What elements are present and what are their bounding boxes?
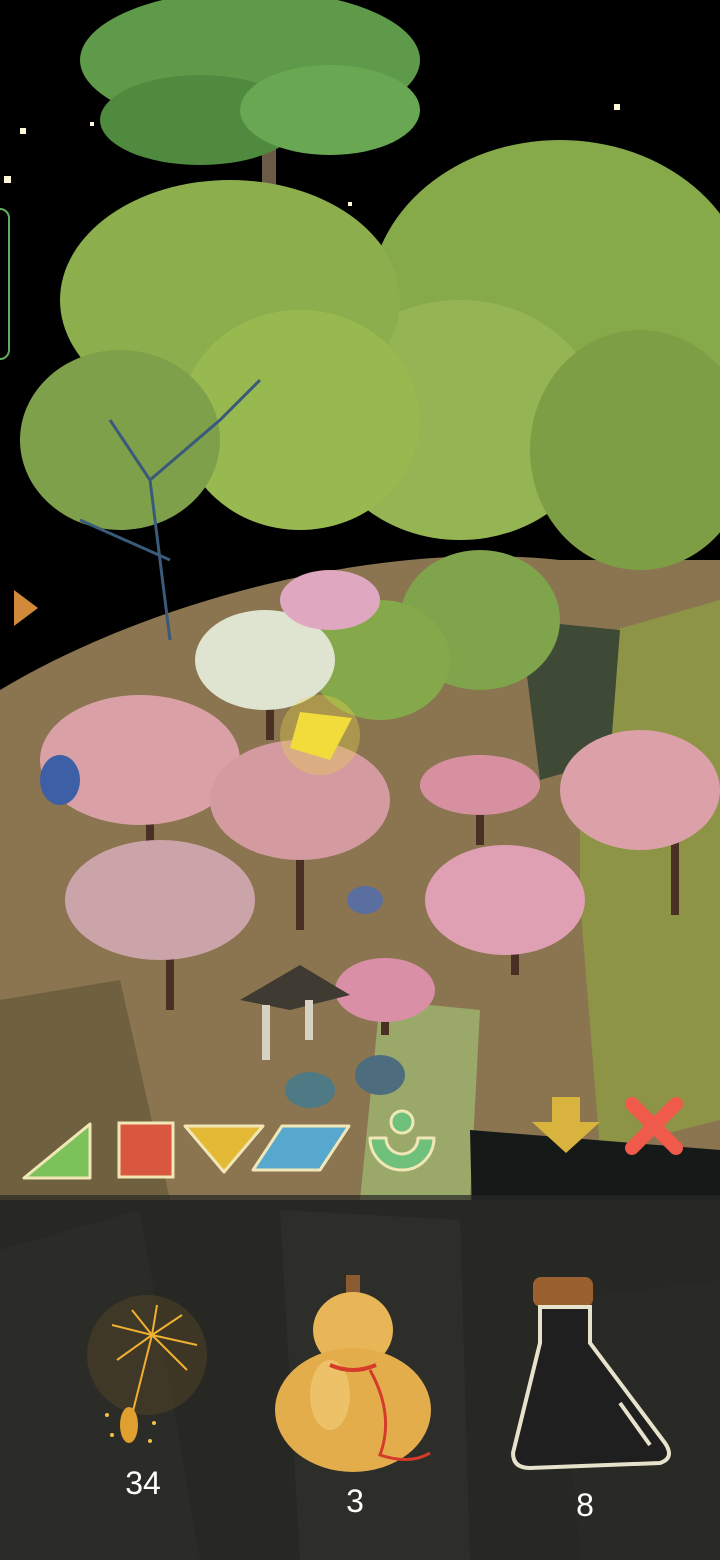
side-panel-tab[interactable] xyxy=(0,208,10,360)
sprout-shape-button[interactable] xyxy=(366,1108,438,1183)
triangle-shape-button[interactable] xyxy=(20,1120,94,1187)
cancel-x-icon[interactable] xyxy=(622,1094,686,1163)
dandelion-seed-item[interactable] xyxy=(82,1295,212,1460)
place-down-arrow-icon[interactable] xyxy=(528,1094,604,1161)
gourd-item[interactable] xyxy=(270,1275,450,1480)
bottle-count: 8 xyxy=(576,1487,594,1523)
gourd-count: 3 xyxy=(346,1483,364,1519)
inventory-tray: 34 3 8 xyxy=(0,1195,720,1560)
empty-bottle-item[interactable] xyxy=(505,1273,675,1478)
shape-toolbar xyxy=(0,1090,720,1200)
seed-count: 34 xyxy=(125,1465,161,1501)
glowing-star xyxy=(280,695,360,775)
square-shape-button[interactable] xyxy=(116,1120,176,1185)
expand-arrow-icon[interactable] xyxy=(10,588,40,633)
parallelogram-shape-button[interactable] xyxy=(250,1123,352,1178)
